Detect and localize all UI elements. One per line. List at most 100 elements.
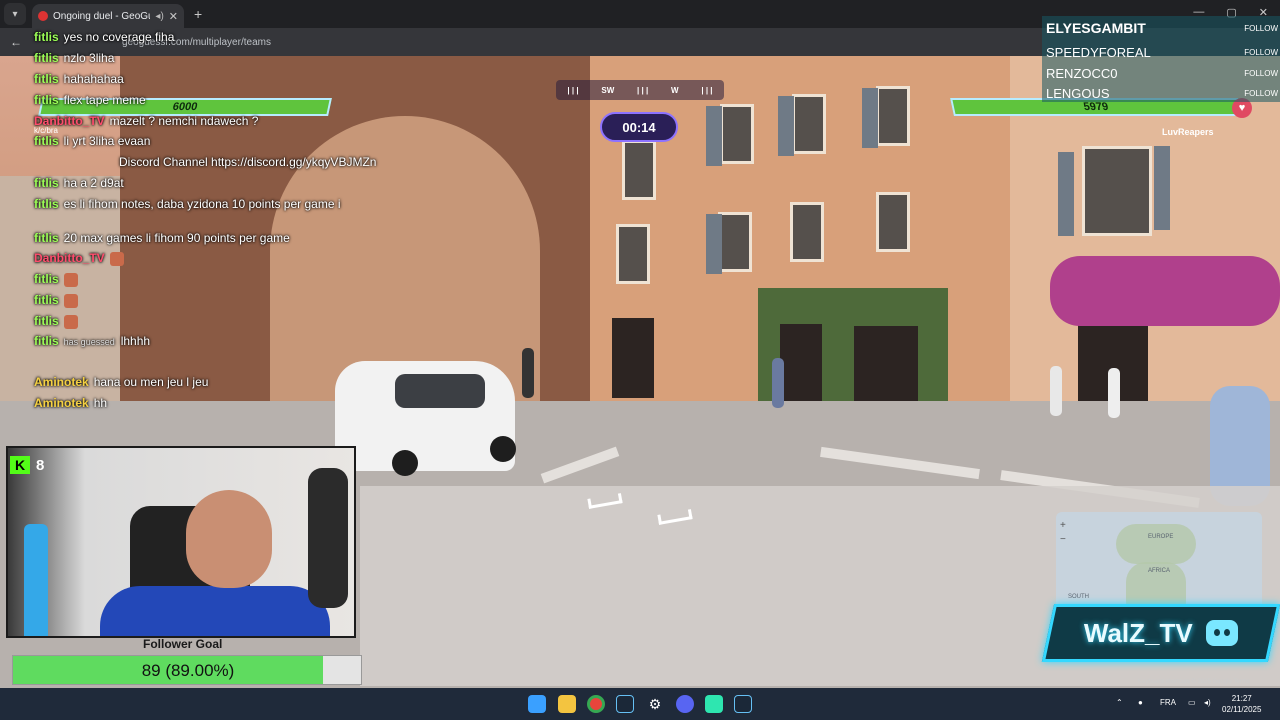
window <box>718 212 752 272</box>
follow-button[interactable]: FOLLOW <box>1244 89 1278 98</box>
file-explorer-icon[interactable] <box>558 695 576 713</box>
pedestrian <box>522 348 534 398</box>
brand-name: WalZ_TV <box>1083 617 1193 648</box>
chat-username: fitlis <box>34 272 59 286</box>
chat-username: fitlis <box>34 51 59 65</box>
shutter <box>706 214 722 274</box>
chat-message: fitlis flex tape meme <box>34 93 146 107</box>
viewer-count: 8 <box>36 456 45 474</box>
taskbar <box>0 688 1280 720</box>
bougainvillea-flowers <box>1050 256 1280 326</box>
kick-logo-icon: K <box>10 456 30 474</box>
led-lamp <box>24 524 48 636</box>
chat-text: 20 max games li fihom 90 points per game <box>63 231 290 245</box>
chrome-icon[interactable] <box>587 695 605 713</box>
zoom-out-icon[interactable]: − <box>1060 534 1066 545</box>
chat-username: Danbitto_TV <box>34 114 105 128</box>
geoguessr-favicon-icon <box>38 11 48 21</box>
window <box>616 224 650 284</box>
back-arrow-icon[interactable]: ← <box>10 35 22 49</box>
compass: | | | SW | | | W | | | <box>556 80 724 100</box>
language-indicator[interactable]: FRA <box>1160 698 1176 707</box>
microphone-tray-icon[interactable]: ● <box>1138 698 1143 707</box>
network-icon[interactable]: ▭ <box>1188 698 1196 707</box>
follow-list: ELYESGAMBIT FOLLOW SPEEDYFOREAL FOLLOW R… <box>1042 16 1280 102</box>
pedestrian <box>772 358 784 408</box>
chat-text: flex tape meme <box>63 93 146 107</box>
viewer-counter: K 8 <box>10 456 44 474</box>
chat-text: li yrt 3liha evaan <box>63 134 151 148</box>
chat-message: fitlis 20 max games li fihom 90 points pe… <box>34 231 290 245</box>
window <box>1082 146 1152 236</box>
tab-search-button[interactable]: ▾ <box>4 3 26 25</box>
window <box>720 104 754 164</box>
follow-row: RENZOCC0 FOLLOW <box>1046 66 1278 81</box>
tray-chevron-icon[interactable]: ⌃ <box>1116 698 1123 707</box>
follow-name: SPEEDYFOREAL <box>1046 45 1151 60</box>
zoom-in-icon[interactable]: + <box>1060 520 1066 531</box>
chat-text: hahahahaa <box>63 72 124 86</box>
round-timer: 00:14 <box>600 112 678 142</box>
chat-message: fitlis nzlo 3liha <box>34 51 114 65</box>
map-label: EUROPE <box>1148 534 1174 540</box>
emote-icon <box>63 293 78 308</box>
follow-row: SPEEDYFOREAL FOLLOW <box>1046 45 1278 60</box>
van-wheel <box>392 450 418 476</box>
clock-time: 21:27 <box>1231 694 1252 703</box>
follow-name: LENGOUS <box>1046 86 1110 101</box>
follow-name: ELYESGAMBIT <box>1046 20 1146 36</box>
chat-message: fitlis <box>34 293 78 308</box>
left-team-health: 6000 <box>171 101 199 113</box>
map-land <box>1116 524 1196 564</box>
window <box>790 202 824 262</box>
chat-message: fitlis yes no coverage fiha <box>34 30 174 44</box>
window <box>622 140 656 200</box>
emote-icon <box>63 272 78 287</box>
chat-text: mazelt ? nemchi ndawech ? <box>109 114 259 128</box>
discord-icon <box>1206 620 1239 646</box>
close-tab-icon[interactable]: ✕ <box>169 10 178 23</box>
chat-username: fitlis <box>34 314 59 328</box>
chat-username: fitlis <box>34 197 59 211</box>
chat-message: Discord Channel https://discord.gg/ykqyV… <box>34 155 376 169</box>
windows-start-icon[interactable] <box>528 695 546 713</box>
screen: ▾ Ongoing duel - GeoGuessr ◂) ✕ + — ▢ ✕ … <box>0 0 1280 720</box>
guess-notice: has guessed <box>63 337 115 347</box>
chat-text: hh <box>93 396 108 410</box>
system-clock[interactable]: 21:27 02/11/2025 <box>1222 693 1261 715</box>
right-team-name: LuvReapers <box>1162 127 1214 137</box>
chat-username: Danbitto_TV <box>34 251 105 265</box>
chat-username: fitlis <box>34 93 59 107</box>
chat-message: fitlis hahahahaa <box>34 72 124 86</box>
chat-message: Aminotek hh <box>34 396 107 410</box>
steam-icon[interactable] <box>616 695 634 713</box>
settings-gear-icon[interactable]: ⚙ <box>646 695 664 713</box>
new-tab-button[interactable]: + <box>194 6 202 22</box>
chat-text: hana ou men jeu l jeu <box>93 375 209 389</box>
chat-message: fitlis ha a 2 d9at <box>34 176 124 190</box>
streamer-brand-badge: WalZ_TV <box>1041 604 1280 662</box>
chat-username: fitlis <box>34 176 59 190</box>
chat-message: Danbitto_TV <box>34 251 124 266</box>
webcam-feed <box>6 446 356 638</box>
chat-message: fitlis li yrt 3liha evaan <box>34 134 150 148</box>
xbox-icon[interactable] <box>705 695 723 713</box>
follow-button[interactable]: FOLLOW <box>1244 48 1278 57</box>
steam-alt-icon[interactable] <box>734 695 752 713</box>
tab-geoguessr[interactable]: Ongoing duel - GeoGuessr ◂) ✕ <box>32 4 184 28</box>
goal-title: Follower Goal <box>143 637 223 651</box>
chat-message: fitlis es li fihom notes, daba yzidona 10… <box>34 197 341 211</box>
map-attribution[interactable]: Keyboard shortcuts © 2025 Google Terms <box>1138 679 1250 685</box>
speaker-icon[interactable]: ◂) <box>155 11 163 22</box>
tab-title: Ongoing duel - GeoGuessr <box>53 10 150 22</box>
chat-message: fitlis has guessed lhhhh <box>34 334 150 348</box>
shutter <box>1154 146 1170 230</box>
follow-name: RENZOCC0 <box>1046 66 1118 81</box>
discord-taskbar-icon[interactable] <box>676 695 694 713</box>
shutter <box>862 88 878 148</box>
shutter <box>706 106 722 166</box>
compass-dir: SW <box>601 85 615 95</box>
volume-icon[interactable]: ◂) <box>1204 698 1211 707</box>
follow-button[interactable]: FOLLOW <box>1244 69 1278 78</box>
follow-button[interactable]: FOLLOW <box>1244 24 1278 33</box>
